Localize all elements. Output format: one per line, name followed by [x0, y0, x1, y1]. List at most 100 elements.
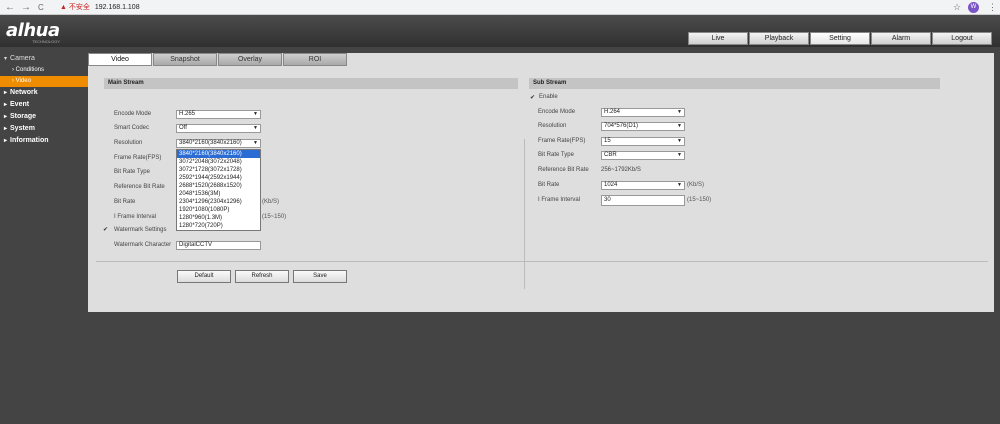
- dahua-logo: alhua: [6, 20, 60, 41]
- profile-avatar[interactable]: W: [968, 2, 979, 13]
- main-iframe-hint: (15~150): [262, 214, 287, 220]
- bookmark-star-icon[interactable]: ☆: [953, 1, 961, 14]
- caret-right-icon: ▸: [4, 102, 8, 108]
- resolution-option[interactable]: 1920*1080(1080P): [177, 206, 260, 214]
- sidebar-item-video[interactable]: › Video: [0, 76, 88, 87]
- watermark-checkbox[interactable]: ✔: [103, 227, 109, 233]
- default-button[interactable]: Default: [177, 270, 231, 283]
- sub-bit-rate-select[interactable]: 1024 ▼: [601, 181, 685, 190]
- chevron-down-icon: ▼: [677, 182, 682, 188]
- nav-logout[interactable]: Logout: [932, 32, 992, 45]
- resolution-option[interactable]: 3072*1728(3072x1728): [177, 166, 260, 174]
- url-text: 192.168.1.108: [94, 4, 140, 11]
- sub-bit-rate-type-select[interactable]: CBR ▼: [601, 151, 685, 160]
- sub-bit-rate-label: Bit Rate: [538, 182, 560, 188]
- sub-iframe-hint: (15~150): [687, 197, 712, 203]
- reload-icon[interactable]: C: [38, 1, 44, 14]
- caret-down-icon: ▾: [4, 56, 8, 62]
- main-resolution-label: Resolution: [114, 140, 143, 146]
- sub-iframe-label: I Frame Interval: [538, 197, 581, 203]
- app-header: alhua TECHNOLOGY Live Playback Setting A…: [0, 15, 1000, 47]
- main-bit-rate-unit: (Kb/S): [262, 199, 280, 205]
- back-icon[interactable]: ←: [5, 1, 15, 14]
- address-bar[interactable]: ▲ 不安全 192.168.1.108: [60, 2, 140, 13]
- sidebar: ▾ Camera › Conditions › Video ▸ Network ▸ E…: [0, 53, 88, 147]
- sub-enable-label: Enable: [539, 94, 558, 100]
- chevron-down-icon: ▼: [677, 138, 682, 144]
- chevron-down-icon: ▼: [677, 152, 682, 158]
- sidebar-group-network[interactable]: ▸ Network: [0, 87, 88, 99]
- logo-subtitle: TECHNOLOGY: [32, 39, 61, 44]
- caret-right-icon: ▸: [4, 114, 8, 120]
- refresh-button[interactable]: Refresh: [235, 270, 289, 283]
- chevron-right-icon: ›: [12, 78, 14, 84]
- nav-setting[interactable]: Setting: [810, 32, 870, 45]
- security-warning: ▲ 不安全: [60, 4, 90, 11]
- stream-divider: [524, 139, 525, 289]
- chevron-down-icon: ▼: [253, 125, 258, 131]
- sidebar-group-system[interactable]: ▸ System: [0, 123, 88, 135]
- chevron-down-icon: ▼: [677, 123, 682, 129]
- main-encode-mode-select[interactable]: H.265 ▼: [176, 110, 261, 119]
- sidebar-group-information[interactable]: ▸ Information: [0, 135, 88, 147]
- sub-resolution-select[interactable]: 704*576(D1) ▼: [601, 122, 685, 131]
- watermark-character-label: Watermark Character: [114, 242, 172, 248]
- tab-snapshot[interactable]: Snapshot: [153, 53, 217, 66]
- sub-resolution-label: Resolution: [538, 123, 567, 129]
- sub-stream-header: Sub Stream: [529, 78, 940, 89]
- sidebar-group-storage[interactable]: ▸ Storage: [0, 111, 88, 123]
- sidebar-item-conditions[interactable]: › Conditions: [0, 65, 88, 76]
- sub-bit-rate-unit: (Kb/S): [687, 182, 705, 188]
- main-iframe-label: I Frame Interval: [114, 214, 157, 220]
- nav-alarm[interactable]: Alarm: [871, 32, 931, 45]
- resolution-dropdown-list: 3840*2160(3840x2160) 3072*2048(3072x2048…: [176, 149, 261, 231]
- tab-overlay[interactable]: Overlay: [218, 53, 282, 66]
- sub-frame-rate-select[interactable]: 15 ▼: [601, 137, 685, 146]
- browser-toolbar: ← → C ▲ 不安全 192.168.1.108 ☆ W ⋮: [0, 0, 1000, 15]
- resolution-option[interactable]: 3072*2048(3072x2048): [177, 158, 260, 166]
- sub-iframe-input[interactable]: 30: [601, 195, 685, 206]
- main-resolution-select[interactable]: 3840*2160(3840x2160) ▼: [176, 139, 261, 148]
- save-button[interactable]: Save: [293, 270, 347, 283]
- watermark-settings-label: Watermark Settings: [114, 227, 167, 233]
- nav-playback[interactable]: Playback: [749, 32, 809, 45]
- resolution-option[interactable]: 2048*1536(3M): [177, 190, 260, 198]
- main-smart-codec-label: Smart Codec: [114, 125, 150, 131]
- main-reference-bit-rate-label: Reference Bit Rate: [114, 184, 165, 190]
- watermark-character-input[interactable]: DigitalCCTV: [176, 241, 261, 250]
- sidebar-group-event[interactable]: ▸ Event: [0, 99, 88, 111]
- sub-reference-bit-rate-value: 256~1792Kb/S: [601, 167, 641, 173]
- resolution-option[interactable]: 2304*1296(2304x1296): [177, 198, 260, 206]
- chevron-down-icon: ▼: [253, 140, 258, 146]
- resolution-option[interactable]: 2688*1520(2688x1520): [177, 182, 260, 190]
- button-divider: [96, 261, 988, 262]
- main-frame-rate-label: Frame Rate(FPS): [114, 155, 162, 161]
- sidebar-group-camera[interactable]: ▾ Camera: [0, 53, 88, 65]
- chevron-down-icon: ▼: [253, 111, 258, 117]
- forward-icon[interactable]: →: [21, 1, 31, 14]
- sub-reference-bit-rate-label: Reference Bit Rate: [538, 167, 589, 173]
- resolution-option[interactable]: 1280*960(1.3M): [177, 214, 260, 222]
- main-bit-rate-label: Bit Rate: [114, 199, 136, 205]
- sub-encode-mode-select[interactable]: H.264 ▼: [601, 108, 685, 117]
- main-bit-rate-type-label: Bit Rate Type: [114, 169, 150, 175]
- resolution-option[interactable]: 2592*1944(2592x1944): [177, 174, 260, 182]
- caret-right-icon: ▸: [4, 90, 8, 96]
- browser-menu-icon[interactable]: ⋮: [988, 1, 997, 14]
- sub-enable-checkbox[interactable]: ✔: [530, 95, 536, 101]
- main-stream-header: Main Stream: [104, 78, 518, 89]
- resolution-option[interactable]: 1280*720(720P): [177, 222, 260, 230]
- tab-video[interactable]: Video: [88, 53, 152, 66]
- chevron-down-icon: ▼: [677, 109, 682, 115]
- sub-frame-rate-label: Frame Rate(FPS): [538, 138, 586, 144]
- chevron-right-icon: ›: [12, 67, 14, 73]
- sub-encode-mode-label: Encode Mode: [538, 109, 576, 115]
- sub-bit-rate-type-label: Bit Rate Type: [538, 152, 574, 158]
- main-smart-codec-select[interactable]: Off ▼: [176, 124, 261, 133]
- nav-live[interactable]: Live: [688, 32, 748, 45]
- resolution-option[interactable]: 3840*2160(3840x2160): [177, 150, 260, 158]
- caret-right-icon: ▸: [4, 126, 8, 132]
- caret-right-icon: ▸: [4, 138, 8, 144]
- settings-panel: Video Snapshot Overlay ROI Main Stream E…: [88, 53, 994, 312]
- tab-roi[interactable]: ROI: [283, 53, 347, 66]
